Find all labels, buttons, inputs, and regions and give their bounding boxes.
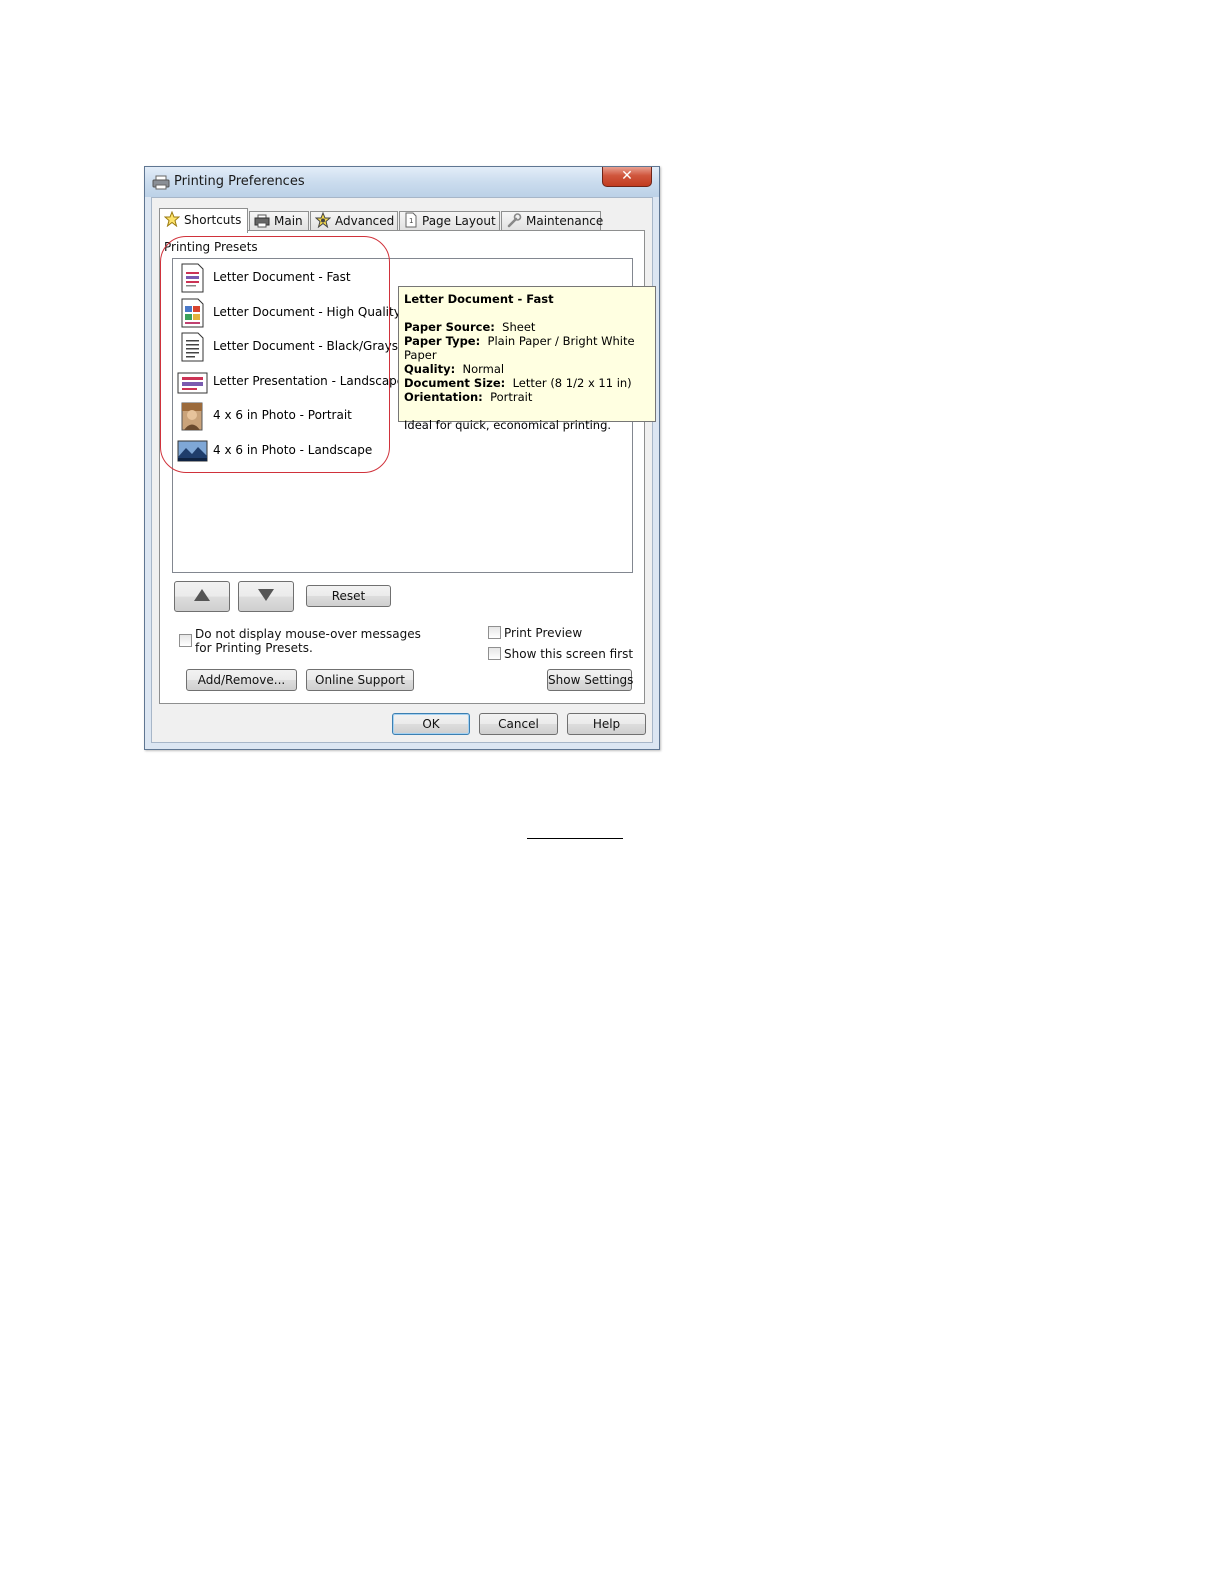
printing-presets-label: Printing Presets — [164, 240, 258, 254]
online-support-button[interactable]: Online Support — [306, 669, 414, 691]
wrench-icon — [507, 213, 522, 228]
cancel-button[interactable]: Cancel — [479, 713, 558, 735]
document-grayscale-icon — [181, 332, 204, 362]
mouseover-messages-label-line2: for Printing Presets. — [195, 641, 313, 655]
tab-shortcuts[interactable]: Shortcuts — [159, 208, 248, 233]
preset-item-letter-fast[interactable]: Letter Document - Fast — [177, 262, 397, 294]
page-layout-icon: 1 — [405, 212, 417, 228]
move-down-button[interactable] — [238, 581, 294, 612]
preset-label: 4 x 6 in Photo - Landscape — [213, 443, 373, 457]
window-title: Printing Preferences — [174, 174, 305, 189]
tooltip-row: Paper Source: Sheet — [404, 320, 650, 334]
tooltip-row: Paper Type: Plain Paper / Bright White P… — [404, 334, 650, 362]
tab-label: Maintenance — [526, 214, 604, 228]
tooltip-row: Orientation: Portrait — [404, 390, 650, 404]
preset-tooltip: Letter Document - Fast Paper Source: She… — [398, 286, 656, 432]
preset-label: Letter Presentation - Landscape — [213, 374, 405, 388]
help-button[interactable]: Help — [567, 713, 646, 735]
advanced-icon — [314, 211, 332, 229]
tooltip-key: Quality: — [404, 362, 456, 376]
dialog-client: Shortcuts Main Advanced 1 Page Layout Ma… — [151, 197, 656, 743]
photo-portrait-icon — [181, 402, 203, 431]
tab-label: Main — [274, 214, 303, 228]
show-screen-first-label: Show this screen first — [504, 647, 634, 661]
preset-item-presentation-landscape[interactable]: Letter Presentation - Landscape — [177, 366, 404, 398]
tab-label: Page Layout — [422, 214, 496, 228]
tooltip-row: Document Size: Letter (8 1/2 x 11 in) — [404, 376, 650, 390]
tab-main[interactable]: Main — [249, 211, 309, 231]
svg-text:1: 1 — [409, 217, 413, 225]
close-button[interactable]: ✕ — [602, 167, 652, 187]
mouseover-messages-label-line1: Do not display mouse-over messages — [195, 627, 421, 641]
star-icon — [163, 210, 181, 228]
show-settings-button[interactable]: Show Settings — [547, 669, 633, 691]
photo-landscape-icon — [177, 440, 208, 462]
tooltip-value: Letter (8 1/2 x 11 in) — [512, 376, 632, 390]
tooltip-value: Portrait — [490, 390, 533, 404]
preset-label: 4 x 6 in Photo - Portrait — [213, 408, 352, 422]
arrow-up-icon — [194, 589, 210, 601]
preset-item-photo-portrait[interactable]: 4 x 6 in Photo - Portrait — [177, 400, 397, 432]
arrow-down-icon — [258, 589, 274, 601]
tooltip-value: Sheet — [502, 320, 536, 334]
tooltip-key: Paper Source: — [404, 320, 495, 334]
tab-label: Shortcuts — [184, 213, 242, 227]
tooltip-key: Orientation: — [404, 390, 483, 404]
preset-label: Letter Document - Black/Grayscale — [213, 339, 423, 353]
printer-icon — [254, 214, 270, 228]
printing-preferences-window: Printing Preferences ✕ Shortcuts Main Ad… — [144, 166, 660, 750]
printer-icon — [152, 175, 170, 190]
title-bar[interactable]: Printing Preferences ✕ — [145, 167, 659, 197]
print-preview-label: Print Preview — [504, 626, 583, 640]
preset-item-letter-high-quality[interactable]: Letter Document - High Quality — [177, 297, 401, 329]
tab-maintenance[interactable]: Maintenance — [501, 211, 604, 231]
preset-item-photo-landscape[interactable]: 4 x 6 in Photo - Landscape — [177, 435, 397, 467]
mouseover-messages-checkbox[interactable] — [179, 634, 192, 647]
tab-page-layout[interactable]: 1 Page Layout — [399, 211, 500, 231]
document-high-quality-icon — [181, 298, 204, 328]
document-fast-icon — [181, 263, 204, 293]
tab-advanced[interactable]: Advanced — [310, 211, 398, 231]
ok-button[interactable]: OK — [392, 713, 470, 735]
tooltip-description: Ideal for quick, economical printing. — [404, 418, 612, 432]
tooltip-key: Paper Type: — [404, 334, 481, 348]
tooltip-row: Quality: Normal — [404, 362, 650, 376]
reset-button[interactable]: Reset — [306, 585, 391, 607]
show-screen-first-checkbox[interactable] — [488, 647, 501, 660]
preset-label: Letter Document - Fast — [213, 270, 351, 284]
presentation-landscape-icon — [177, 372, 208, 394]
tooltip-title: Letter Document - Fast — [404, 292, 554, 306]
tab-label: Advanced — [335, 214, 395, 228]
preset-label: Letter Document - High Quality — [213, 305, 401, 319]
tooltip-key: Document Size: — [404, 376, 506, 390]
preset-item-letter-grayscale[interactable]: Letter Document - Black/Grayscale — [177, 331, 423, 363]
tooltip-value: Normal — [462, 362, 505, 376]
move-up-button[interactable] — [174, 581, 230, 612]
horizontal-rule — [527, 838, 623, 839]
print-preview-checkbox[interactable] — [488, 626, 501, 639]
add-remove-button[interactable]: Add/Remove... — [186, 669, 297, 691]
